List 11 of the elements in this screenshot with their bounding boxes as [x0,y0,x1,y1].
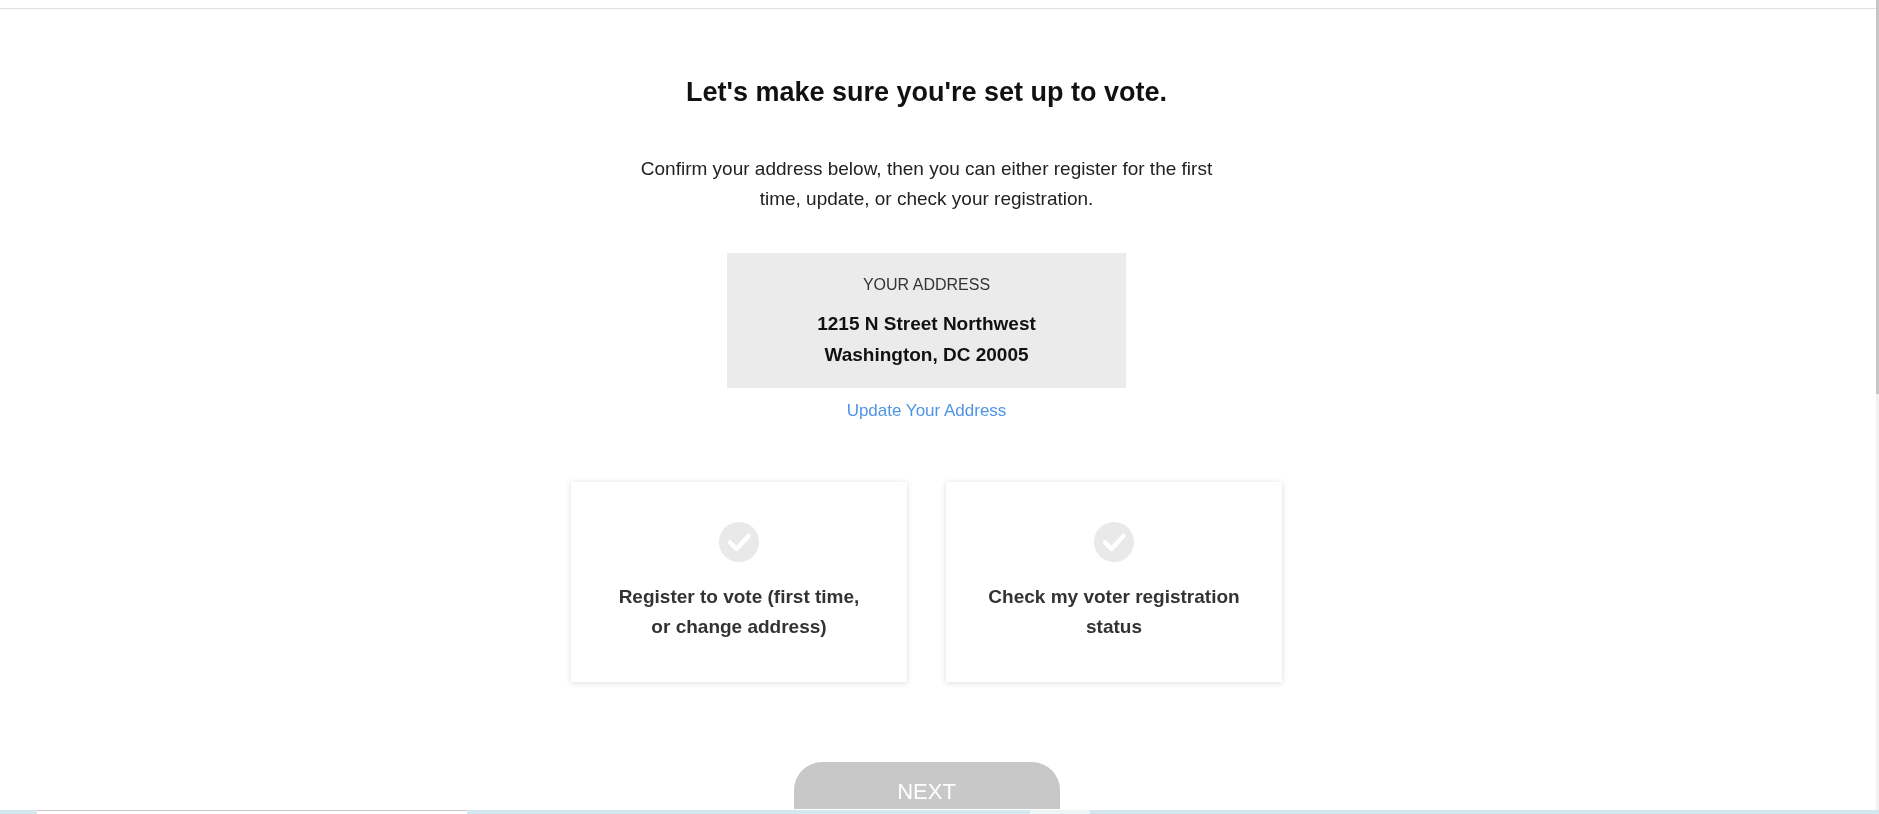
address-line: Washington, DC 20005 [824,343,1029,367]
address-label: YOUR ADDRESS [862,275,991,295]
scrollbar[interactable] [1876,0,1879,810]
taskbar-button[interactable] [1030,810,1090,814]
scrollbar-thumb[interactable] [1876,0,1879,394]
address-line: 1215 N Street Northwest [817,312,1036,336]
intro-text: Confirm your address below, then you can either register for the first time, update, or check your registration. [639,157,1214,211]
taskbar-button[interactable] [37,810,467,814]
option-card[interactable]: Register to vote (first time, or change address) [571,482,907,682]
page-heading: Let's make sure you're set up to vote. [686,76,1167,109]
option-card[interactable]: Check my voter registration status [946,482,1282,682]
